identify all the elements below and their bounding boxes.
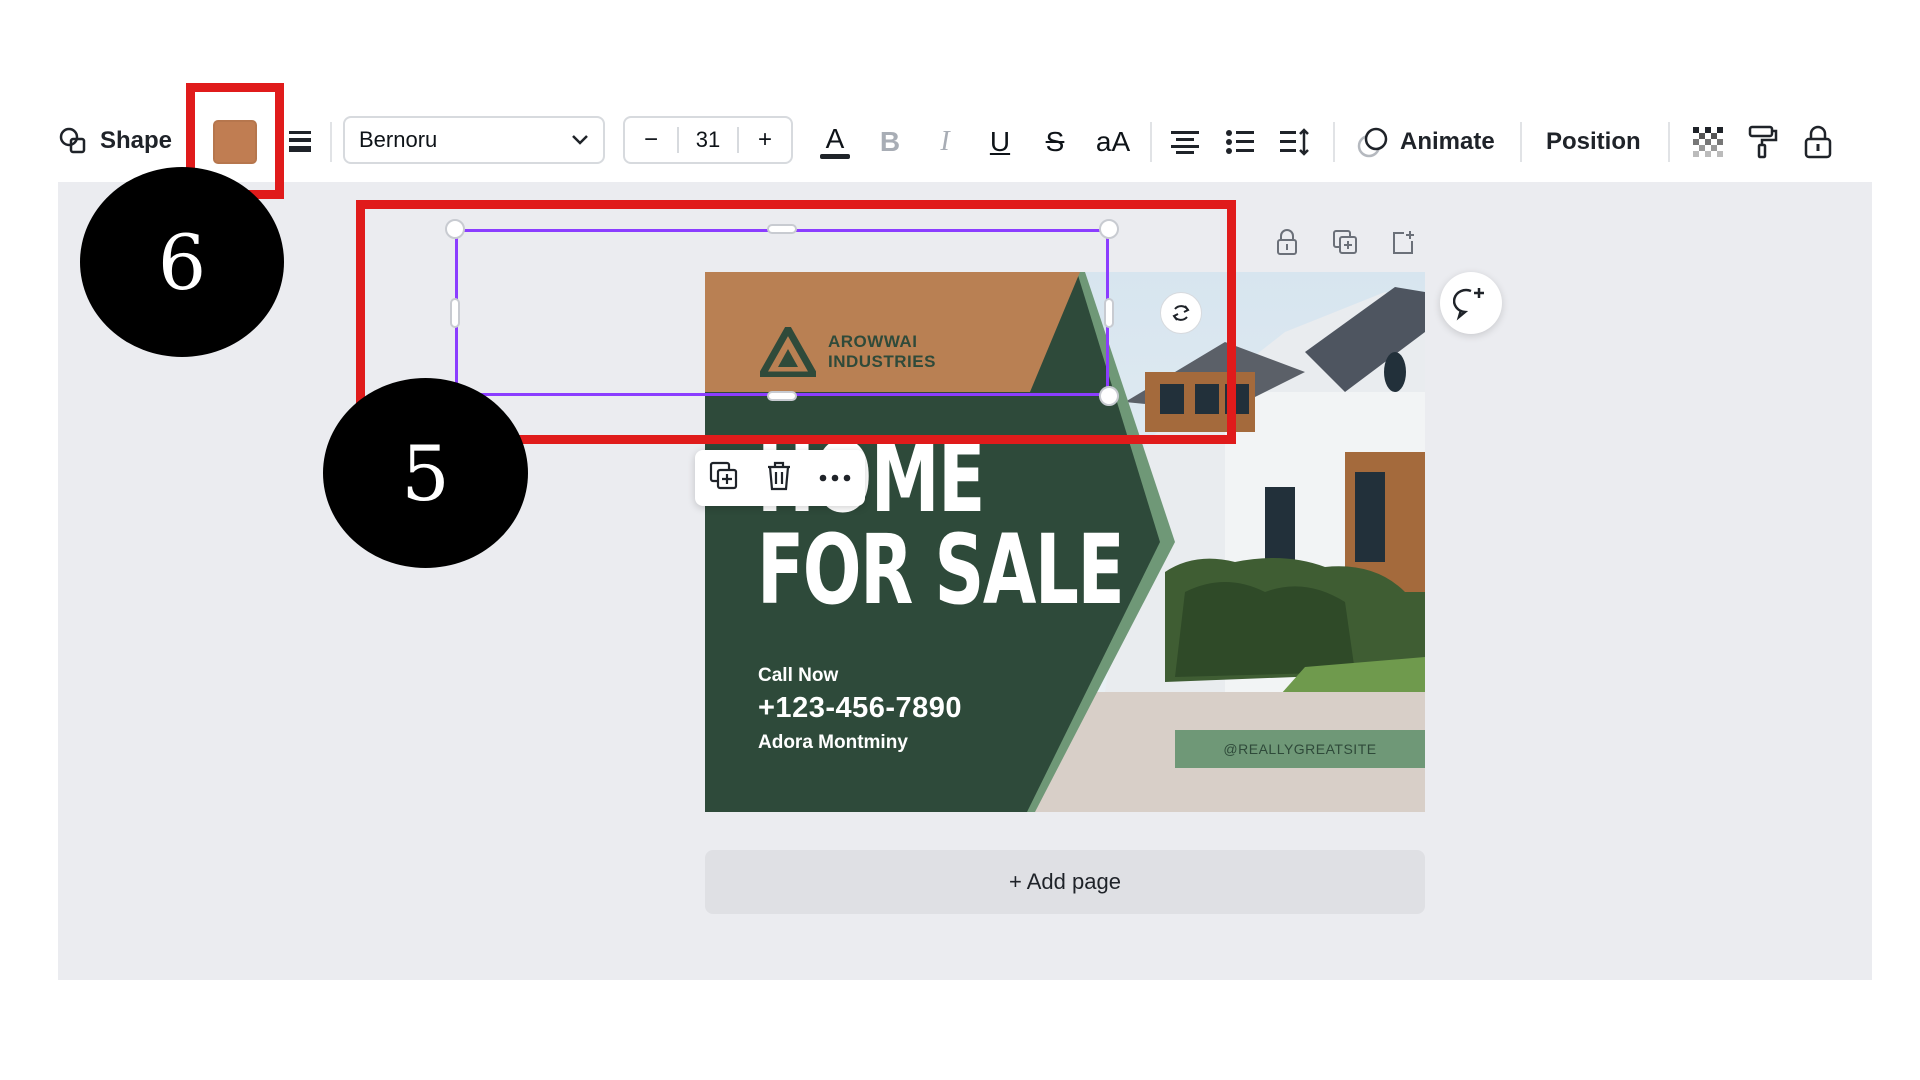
position-button[interactable]: Position xyxy=(1546,118,1641,166)
transparency-icon xyxy=(1693,127,1723,157)
delete-element-button[interactable] xyxy=(766,461,792,496)
align-center-button[interactable] xyxy=(1163,118,1207,166)
duplicate-icon xyxy=(1333,230,1357,254)
add-comment-button[interactable] xyxy=(1440,272,1502,334)
line-spacing-icon xyxy=(1280,128,1309,156)
chevron-down-icon xyxy=(572,135,588,145)
shape-label: Shape xyxy=(100,127,173,154)
website-badge[interactable]: @REALLYGREATSITE xyxy=(1175,730,1425,768)
step-marker-6: 6 xyxy=(80,167,284,357)
toolbar-divider xyxy=(1668,122,1670,162)
bold-button[interactable]: B xyxy=(868,118,912,166)
duplicate-element-button[interactable] xyxy=(709,461,739,496)
more-icon xyxy=(820,474,851,482)
font-size-stepper: − 31 + xyxy=(623,116,793,164)
position-label: Position xyxy=(1546,128,1641,155)
headline-line2: FOR SALE xyxy=(757,514,1125,626)
font-family-dropdown[interactable]: Bernoru xyxy=(343,116,605,164)
border-style-button[interactable] xyxy=(278,118,322,166)
letter-case-button[interactable]: aA xyxy=(1088,118,1138,166)
step-marker-5: 5 xyxy=(323,378,528,568)
text-color-bar xyxy=(820,153,850,159)
lock-icon xyxy=(1804,125,1832,159)
list-button[interactable] xyxy=(1218,118,1262,166)
toolbar-divider xyxy=(1520,122,1522,162)
transparency-button[interactable] xyxy=(1686,118,1730,166)
toolbar-divider xyxy=(330,122,332,162)
lock-button[interactable] xyxy=(1796,118,1840,166)
comment-add-icon xyxy=(1453,288,1484,321)
strikethrough-button[interactable]: S xyxy=(1033,118,1077,166)
call-label[interactable]: Call Now xyxy=(758,665,838,687)
add-page-button[interactable]: + Add page xyxy=(705,850,1425,914)
add-page-icon xyxy=(1393,231,1414,254)
border-style-icon xyxy=(289,131,311,152)
shape-button[interactable]: Shape xyxy=(58,116,172,166)
element-context-menu xyxy=(695,450,865,506)
shape-icon xyxy=(59,127,86,154)
font-size-input[interactable]: 31 xyxy=(677,127,739,153)
italic-button[interactable]: I xyxy=(923,118,967,166)
copy-style-button[interactable] xyxy=(1741,118,1785,166)
duplicate-page-button[interactable] xyxy=(1325,222,1365,262)
align-center-icon xyxy=(1171,131,1199,154)
agent-name[interactable]: Adora Montminy xyxy=(758,732,908,754)
animate-label: Animate xyxy=(1400,128,1495,155)
lock-icon xyxy=(1277,229,1297,255)
decrease-font-size-button[interactable]: − xyxy=(625,126,677,154)
font-family-value: Bernoru xyxy=(359,127,438,152)
website-text: @REALLYGREATSITE xyxy=(1223,741,1377,757)
duplicate-icon xyxy=(709,461,737,489)
animate-button[interactable]: Animate xyxy=(1356,118,1495,166)
text-color-icon: A xyxy=(825,122,845,154)
spacing-button[interactable] xyxy=(1273,118,1317,166)
toolbar-divider xyxy=(1150,122,1152,162)
bullet-list-icon xyxy=(1226,130,1254,154)
paint-roller-icon xyxy=(1748,125,1778,159)
italic-icon: I xyxy=(940,126,950,157)
animate-icon xyxy=(1357,127,1388,158)
underline-icon: U xyxy=(989,126,1011,157)
letter-case-icon: aA xyxy=(1095,126,1131,157)
underline-button[interactable]: U xyxy=(978,118,1022,166)
add-page-above-button[interactable] xyxy=(1383,222,1423,262)
bold-icon: B xyxy=(879,126,901,157)
more-options-button[interactable] xyxy=(819,469,851,487)
increase-font-size-button[interactable]: + xyxy=(739,126,791,154)
toolbar-divider xyxy=(1333,122,1335,162)
editor-toolbar: Shape Bernoru − 31 + A B I U S aA Animat… xyxy=(58,112,1872,172)
phone-number[interactable]: +123-456-7890 xyxy=(758,692,962,725)
lock-page-button[interactable] xyxy=(1267,222,1307,262)
trash-icon xyxy=(767,461,790,490)
text-color-button[interactable]: A xyxy=(813,118,857,166)
strikethrough-icon: S xyxy=(1045,126,1065,157)
